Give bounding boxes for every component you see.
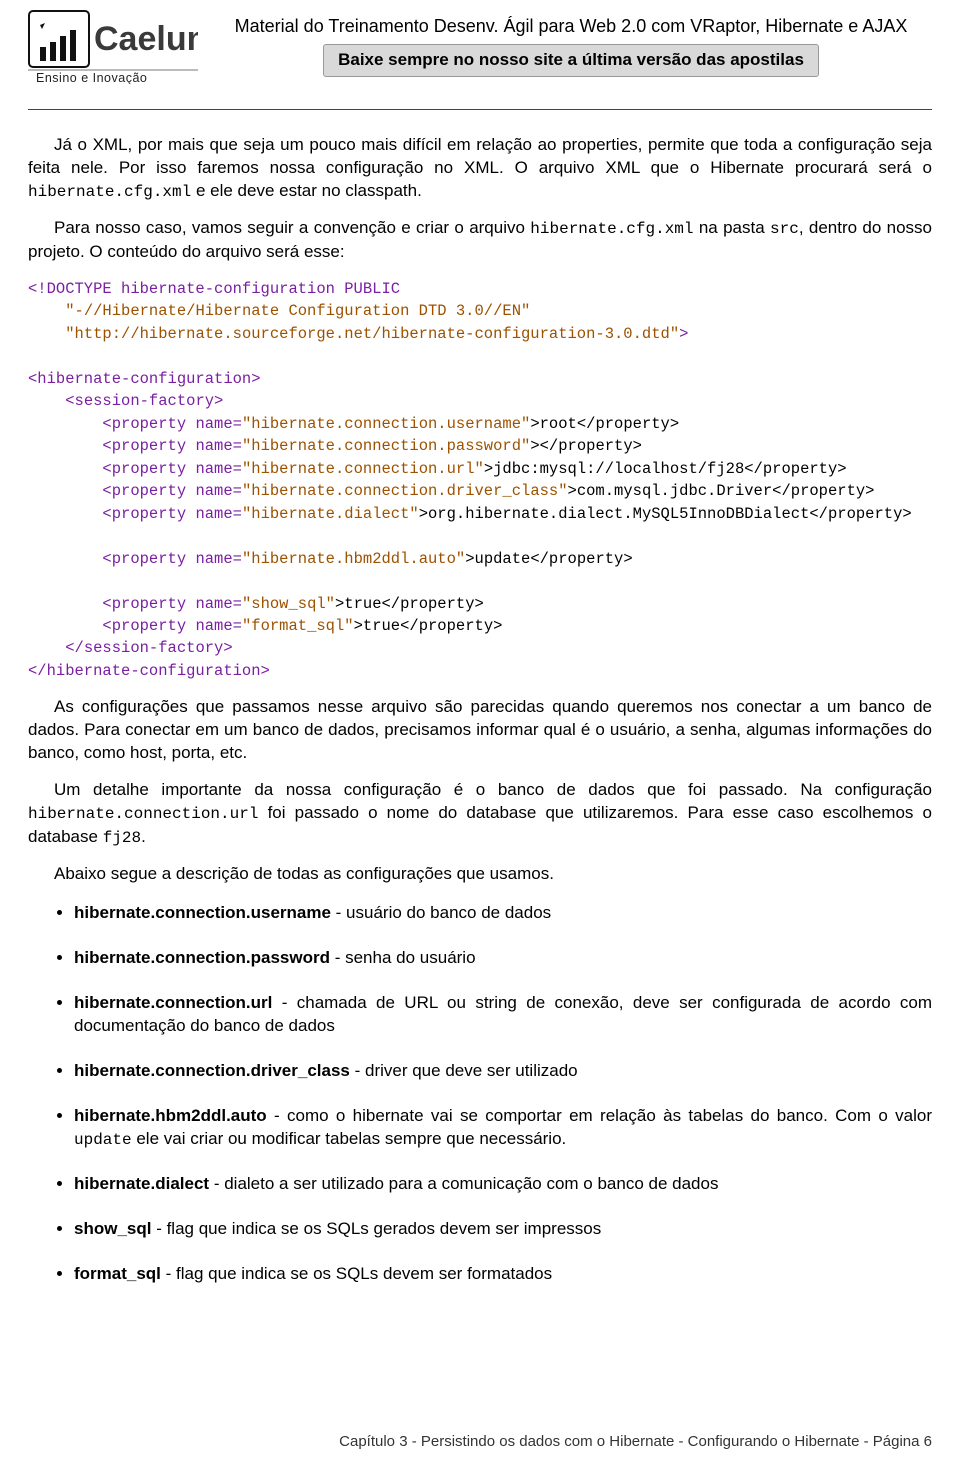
list-item-key: format_sql [74,1264,161,1283]
inline-code: hibernate.cfg.xml [530,220,693,238]
list-item: format_sql - flag que indica se os SQLs … [74,1263,932,1286]
code-token: >true</property> [335,595,484,613]
paragraph-4: Um detalhe importante da nossa configura… [28,779,932,849]
code-token: <property [102,595,186,613]
caelum-logo-icon: Caelum Ensino e Inovação [28,10,198,84]
page-footer: Capítulo 3 - Persistindo os dados com o … [28,1432,932,1452]
text: na pasta [694,218,770,237]
header-title: Material do Treinamento Desenv. Ágil par… [210,14,932,38]
paragraph-1: Já o XML, por mais que seja um pouco mai… [28,134,932,203]
code-token: <property [102,550,186,568]
config-description-list: hibernate.connection.username - usuário … [28,902,932,1286]
list-item: hibernate.dialect - dialeto a ser utiliz… [74,1173,932,1196]
inline-code: hibernate.cfg.xml [28,183,191,201]
list-item-desc: - driver que deve ser utilizado [350,1061,578,1080]
code-token: name= [195,460,242,478]
inline-code: src [770,220,799,238]
code-token: "hibernate.connection.driver_class" [242,482,568,500]
list-item-desc: - flag que indica se os SQLs devem ser f… [161,1264,552,1283]
code-token: name= [195,505,242,523]
logo-wordmark: Caelum [94,20,198,58]
code-token: >true</property> [354,617,503,635]
list-item-desc: - senha do usuário [330,948,476,967]
inline-code: hibernate.connection.url [28,805,258,823]
code-token: <property [102,437,186,455]
text: Já o XML, por mais que seja um pouco mai… [28,135,932,177]
list-item: show_sql - flag que indica se os SQLs ge… [74,1218,932,1241]
page-header: Caelum Ensino e Inovação Material do Tre… [28,10,932,91]
code-token: name= [195,550,242,568]
code-token: >com.mysql.jdbc.Driver</property> [568,482,875,500]
list-item-key: hibernate.connection.password [74,948,330,967]
code-token: <property [102,415,186,433]
paragraph-3: As configurações que passamos nesse arqu… [28,696,932,765]
svg-text:Ensino e Inovação: Ensino e Inovação [36,71,147,84]
code-token: name= [195,482,242,500]
code-token: <property [102,482,186,500]
header-banner: Baixe sempre no nosso site a última vers… [323,44,819,77]
paragraph-2: Para nosso caso, vamos seguir a convençã… [28,217,932,264]
code-token: >jdbc:mysql://localhost/fj28</property> [484,460,847,478]
code-token: "hibernate.hbm2ddl.auto" [242,550,465,568]
code-token: <session-factory> [65,392,223,410]
code-token: "hibernate.connection.password" [242,437,530,455]
inline-code: update [74,1131,132,1149]
xml-code-block: <!DOCTYPE hibernate-configuration PUBLIC… [28,278,932,682]
text: . [141,827,146,846]
code-token: </session-factory> [65,639,232,657]
logo: Caelum Ensino e Inovação [28,10,198,91]
list-item: hibernate.hbm2ddl.auto - como o hibernat… [74,1105,932,1152]
list-item-desc: - usuário do banco de dados [331,903,551,922]
text: Um detalhe importante da nossa configura… [54,780,932,799]
list-item-desc: - como o hibernate vai se comportar em r… [267,1106,932,1125]
code-token: "hibernate.dialect" [242,505,419,523]
paragraph-5: Abaixo segue a descrição de todas as con… [28,863,932,886]
list-item-key: hibernate.connection.driver_class [74,1061,350,1080]
list-item-key: hibernate.hbm2ddl.auto [74,1106,267,1125]
code-token: "-//Hibernate/Hibernate Configuration DT… [65,302,530,320]
code-token: ></property> [530,437,642,455]
code-token: >update</property> [465,550,632,568]
code-token: <property [102,617,186,635]
list-item: hibernate.connection.driver_class - driv… [74,1060,932,1083]
list-item-desc: - dialeto a ser utilizado para a comunic… [209,1174,718,1193]
code-token: <property [102,460,186,478]
list-item-desc: - flag que indica se os SQLs gerados dev… [151,1219,601,1238]
code-token: "hibernate.connection.url" [242,460,484,478]
list-item: hibernate.connection.url - chamada de UR… [74,992,932,1038]
list-item-key: show_sql [74,1219,151,1238]
header-texts: Material do Treinamento Desenv. Ágil par… [210,10,932,77]
code-token: > [679,325,688,343]
inline-code: fj28 [103,829,141,847]
list-item-key: hibernate.connection.url [74,993,272,1012]
code-token: <hibernate-configuration> [28,370,261,388]
text: Para nosso caso, vamos seguir a convençã… [54,218,530,237]
list-item-key: hibernate.dialect [74,1174,209,1193]
code-token: >org.hibernate.dialect.MySQL5InnoDBDiale… [419,505,912,523]
code-token: name= [195,437,242,455]
header-rule [28,109,932,110]
list-item: hibernate.connection.password - senha do… [74,947,932,970]
list-item-desc: ele vai criar ou modificar tabelas sempr… [132,1129,567,1148]
list-item-key: hibernate.connection.username [74,903,331,922]
code-token: <property [102,505,186,523]
code-token: name= [195,415,242,433]
code-token: "hibernate.connection.username" [242,415,530,433]
code-token: <!DOCTYPE hibernate-configuration PUBLIC [28,280,400,298]
code-token: "http://hibernate.sourceforge.net/hibern… [65,325,679,343]
code-token: "format_sql" [242,617,354,635]
code-token: >root</property> [530,415,679,433]
code-token: name= [195,595,242,613]
text: e ele deve estar no classpath. [191,181,422,200]
code-token: "show_sql" [242,595,335,613]
list-item: hibernate.connection.username - usuário … [74,902,932,925]
code-token: </hibernate-configuration> [28,662,270,680]
code-token: name= [195,617,242,635]
